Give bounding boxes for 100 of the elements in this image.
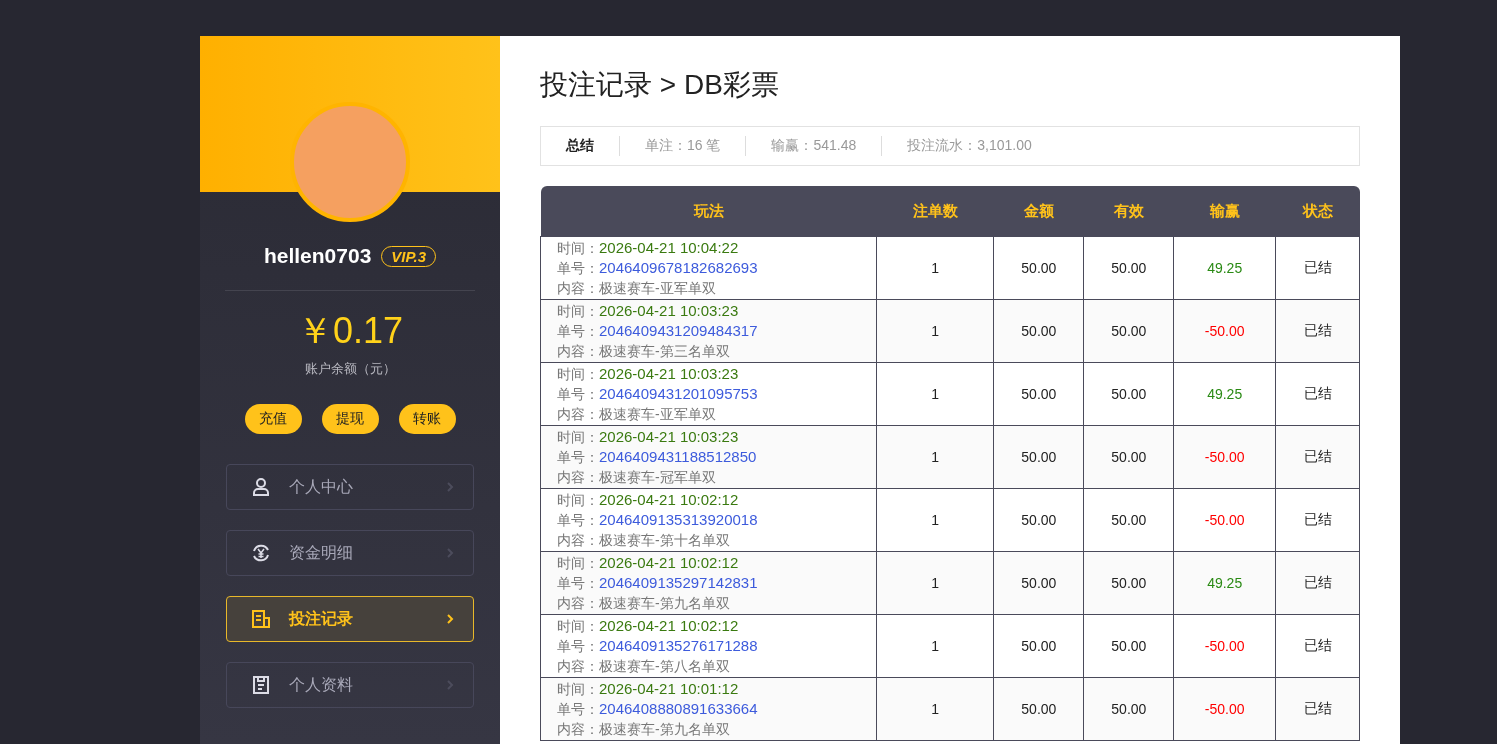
table-cell: 1 xyxy=(876,236,994,300)
order-number-link[interactable]: 2046409431188512850 xyxy=(599,448,757,465)
bet-time: 2026-04-21 10:03:23 xyxy=(599,365,739,382)
balance-label: 账户余额（元） xyxy=(304,360,396,378)
time-label: 时间： xyxy=(557,492,599,508)
column-header: 玩法 xyxy=(540,186,877,237)
order-label: 单号： xyxy=(557,323,599,339)
summary-text: 总结 xyxy=(566,137,594,155)
action-button[interactable]: 提现 xyxy=(321,404,379,434)
bet-content: 内容：极速赛车-第九名单双 xyxy=(557,595,730,611)
document-icon xyxy=(251,609,271,629)
table-cell: 50.00 xyxy=(993,362,1084,426)
table-cell: 50.00 xyxy=(993,425,1084,489)
bet-time: 2026-04-21 10:01:12 xyxy=(599,680,739,697)
table-cell: 1 xyxy=(876,425,994,489)
time-label: 时间： xyxy=(557,681,599,697)
order-label: 单号： xyxy=(557,386,599,402)
time-label: 时间： xyxy=(557,429,599,445)
table-cell: 已结 xyxy=(1275,236,1360,300)
table-cell: 已结 xyxy=(1275,677,1360,741)
table-cell: -50.00 xyxy=(1173,425,1276,489)
bet-time: 2026-04-21 10:02:12 xyxy=(599,554,739,571)
table-cell: 50.00 xyxy=(993,551,1084,615)
order-label: 单号： xyxy=(557,260,599,276)
bet-time: 2026-04-21 10:04:22 xyxy=(599,239,739,256)
table-cell: 49.25 xyxy=(1173,236,1276,300)
chevron-icon xyxy=(445,680,455,690)
table-cell: 50.00 xyxy=(993,236,1084,300)
order-label: 单号： xyxy=(557,575,599,591)
order-label: 单号： xyxy=(557,449,599,465)
summary-text: 单注：16 笔 xyxy=(645,137,721,155)
order-number-link[interactable]: 2046409431201095753 xyxy=(599,385,758,402)
column-header: 状态 xyxy=(1275,186,1360,237)
table-cell: 1 xyxy=(876,551,994,615)
time-label: 时间： xyxy=(557,618,599,634)
menu-item[interactable]: 资金明细 xyxy=(226,530,474,576)
order-number-link[interactable]: 2046409135313920018 xyxy=(599,511,758,528)
table-cell: 50.00 xyxy=(993,677,1084,741)
table-cell: 1 xyxy=(876,362,994,426)
column-header: 金额 xyxy=(993,186,1084,237)
order-number-link[interactable]: 2046409431209484317 xyxy=(599,322,758,339)
time-label: 时间： xyxy=(557,303,599,319)
time-label: 时间： xyxy=(557,240,599,256)
column-header: 有效 xyxy=(1083,186,1174,237)
summary-text: 输赢：541.48 xyxy=(771,137,857,155)
bet-content: 内容：极速赛车-亚军单双 xyxy=(557,280,716,296)
order-number-link[interactable]: 2046409135276171288 xyxy=(599,637,758,654)
action-button[interactable]: 充值 xyxy=(244,404,302,434)
table-cell: -50.00 xyxy=(1173,299,1276,363)
order-number-link[interactable]: 2046409678182682693 xyxy=(599,259,758,276)
yen-cycle-icon xyxy=(251,543,271,563)
column-header: 输赢 xyxy=(1173,186,1276,237)
table-cell: -50.00 xyxy=(1173,614,1276,678)
table-cell: 已结 xyxy=(1275,488,1360,552)
time-label: 时间： xyxy=(557,555,599,571)
order-number-link[interactable]: 2046408880891633664 xyxy=(599,700,758,717)
action-button[interactable]: 转账 xyxy=(398,404,456,434)
bet-content: 内容：极速赛车-第九名单双 xyxy=(557,721,730,737)
bet-time: 2026-04-21 10:03:23 xyxy=(599,302,739,319)
table-cell: 49.25 xyxy=(1173,362,1276,426)
table-cell: 1 xyxy=(876,677,994,741)
table-cell: 50.00 xyxy=(1083,236,1174,300)
table-cell: 50.00 xyxy=(993,488,1084,552)
bet-time: 2026-04-21 10:02:12 xyxy=(599,617,739,634)
bet-content: 内容：极速赛车-亚军单双 xyxy=(557,406,716,422)
balance-amount: ￥0.17 xyxy=(296,309,404,353)
table-cell: 50.00 xyxy=(993,299,1084,363)
table-cell: 50.00 xyxy=(1083,362,1174,426)
table-cell: 已结 xyxy=(1275,362,1360,426)
table-cell: 已结 xyxy=(1275,614,1360,678)
chevron-icon xyxy=(445,482,455,492)
table-cell: 1 xyxy=(876,614,994,678)
form-icon xyxy=(251,675,271,695)
column-header: 注单数 xyxy=(876,186,994,237)
table-cell: -50.00 xyxy=(1173,677,1276,741)
time-label: 时间： xyxy=(557,366,599,382)
table-cell: 已结 xyxy=(1275,551,1360,615)
table-cell: 50.00 xyxy=(1083,488,1174,552)
chevron-icon xyxy=(445,614,455,624)
order-label: 单号： xyxy=(557,701,599,717)
table-cell: 50.00 xyxy=(993,614,1084,678)
table-cell: 50.00 xyxy=(1083,299,1174,363)
table-cell: 50.00 xyxy=(1083,425,1174,489)
table-cell: -50.00 xyxy=(1173,488,1276,552)
table-cell: 49.25 xyxy=(1173,551,1276,615)
menu-item[interactable]: 个人资料 xyxy=(226,662,474,708)
table-cell: 50.00 xyxy=(1083,614,1174,678)
table-cell: 50.00 xyxy=(1083,551,1174,615)
person-icon xyxy=(251,477,271,497)
menu-item[interactable]: 投注记录 xyxy=(226,596,474,642)
bet-time: 2026-04-21 10:03:23 xyxy=(599,428,739,445)
table-cell: 已结 xyxy=(1275,425,1360,489)
order-label: 单号： xyxy=(557,638,599,654)
chevron-icon xyxy=(445,548,455,558)
menu-item[interactable]: 个人中心 xyxy=(226,464,474,510)
summary-text: 投注流水：3,101.00 xyxy=(907,137,1032,155)
order-number-link[interactable]: 2046409135297142831 xyxy=(599,574,758,591)
table-cell: 已结 xyxy=(1275,299,1360,363)
table-cell: 50.00 xyxy=(1083,677,1174,741)
page-title: 投注记录 > DB彩票 xyxy=(540,68,780,102)
